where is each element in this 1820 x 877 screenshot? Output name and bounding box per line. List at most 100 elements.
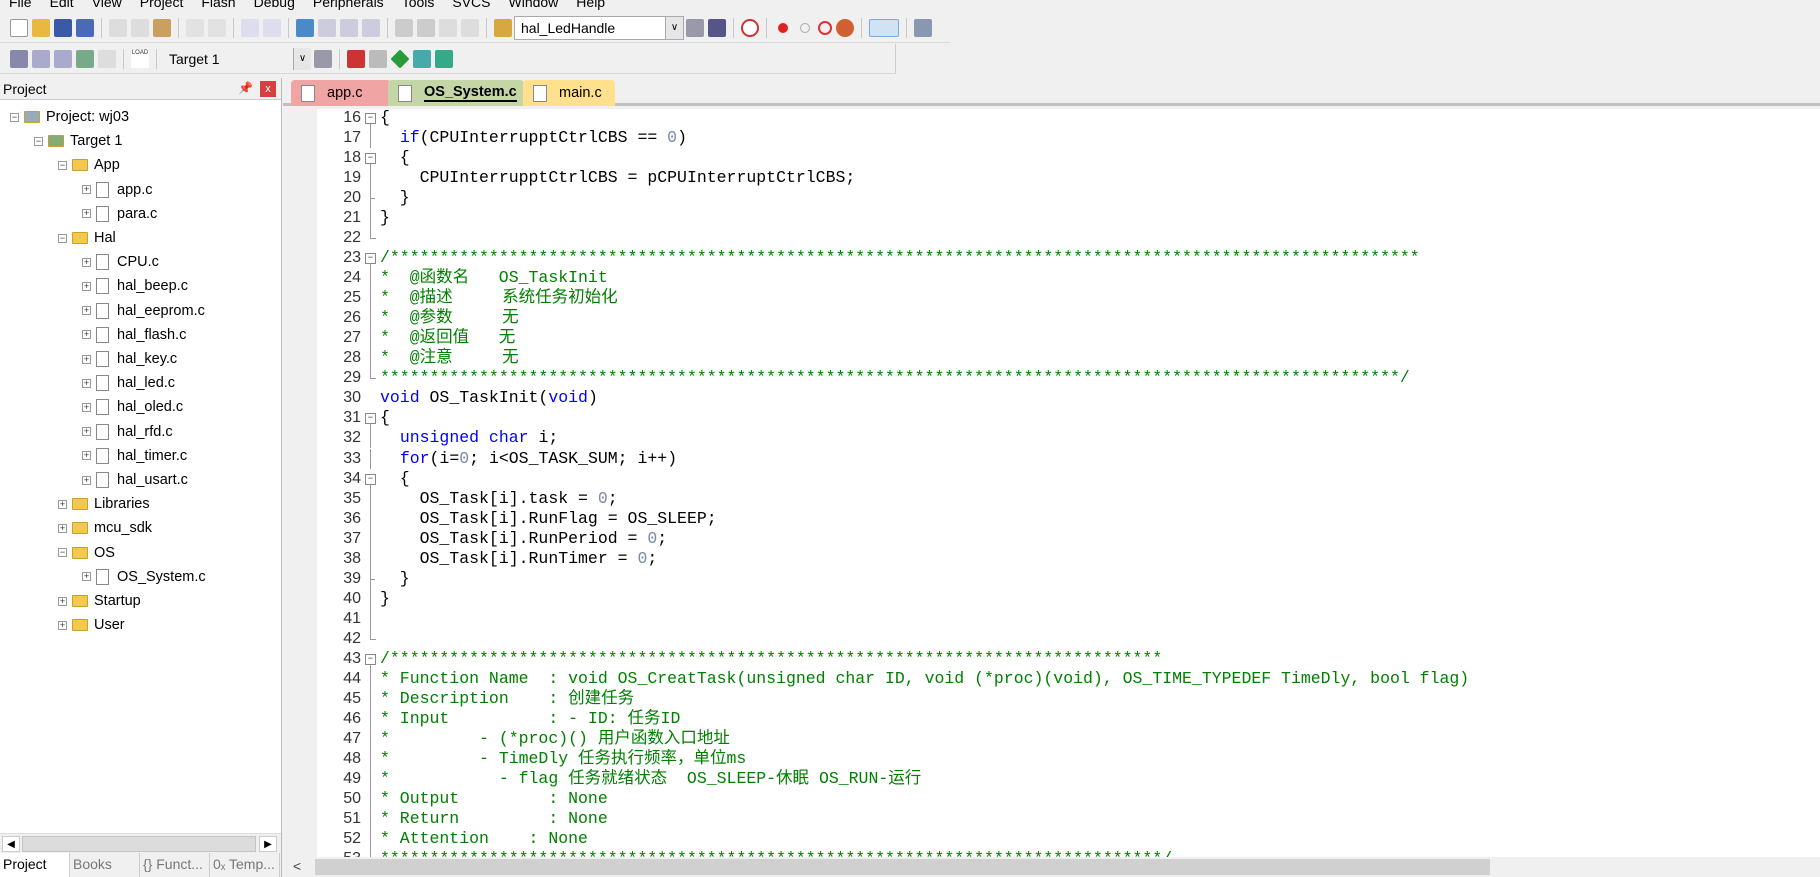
options-for-target-icon[interactable] — [314, 49, 332, 68]
tree-item[interactable]: + Libraries — [58, 493, 150, 515]
expand-icon[interactable]: + — [82, 475, 91, 485]
chevron-down-icon[interactable]: ∨ — [293, 47, 311, 70]
chevron-down-icon[interactable]: ∨ — [665, 16, 683, 39]
project-hscrollbar[interactable]: ◀ ▶ — [0, 833, 281, 853]
disable-all-breakpoints-icon[interactable] — [818, 20, 832, 35]
tree-item[interactable]: + hal_led.c — [82, 372, 175, 394]
expand-icon[interactable]: + — [82, 572, 91, 582]
tree-item[interactable]: + OS_System.c — [82, 566, 206, 588]
stop-build-icon[interactable] — [98, 49, 116, 68]
menu-project[interactable]: Project — [131, 0, 193, 10]
code-editor[interactable]: 16{17 if(CPUInterrupptCtrlCBS == 0)18 {1… — [283, 109, 1820, 857]
expand-icon[interactable]: + — [82, 185, 91, 195]
tree-item[interactable]: − OS — [58, 542, 115, 564]
scroll-thumb[interactable] — [315, 859, 1490, 875]
pin-icon[interactable]: 📌 — [238, 81, 253, 95]
tab-app-c[interactable]: app.c — [291, 80, 391, 106]
find-in-files-icon[interactable] — [494, 18, 512, 37]
tree-item[interactable]: + hal_rfd.c — [82, 421, 173, 443]
tree-item[interactable]: + hal_eeprom.c — [82, 300, 205, 322]
collapse-icon[interactable]: − — [58, 160, 67, 170]
tree-item[interactable]: + CPU.c — [82, 251, 159, 273]
find-icon[interactable] — [686, 18, 704, 37]
fold-collapse-icon[interactable] — [365, 469, 377, 489]
new-file-icon[interactable] — [10, 18, 28, 37]
collapse-icon[interactable]: − — [10, 112, 19, 122]
expand-icon[interactable]: + — [82, 281, 91, 291]
manage-project-icon[interactable] — [347, 49, 365, 68]
indent-icon[interactable] — [395, 18, 413, 37]
menu-svcs[interactable]: SVCS — [443, 0, 499, 10]
tree-item[interactable]: + hal_timer.c — [82, 445, 187, 467]
scroll-right-icon[interactable]: ▶ — [259, 836, 277, 852]
tree-item[interactable]: + hal_flash.c — [82, 324, 186, 346]
tree-item[interactable]: + Startup — [58, 590, 141, 612]
comment-icon[interactable] — [439, 18, 457, 37]
tree-item[interactable]: − Project: wj03 — [10, 106, 129, 128]
tree-item[interactable]: + hal_beep.c — [82, 275, 188, 297]
tree-item[interactable]: + app.c — [82, 179, 152, 201]
tree-item[interactable]: + hal_usart.c — [82, 469, 188, 491]
expand-icon[interactable]: + — [82, 402, 91, 412]
collapse-icon[interactable]: − — [58, 548, 67, 558]
fold-collapse-icon[interactable] — [365, 408, 377, 429]
paste-icon[interactable] — [153, 18, 171, 37]
batch-build-icon[interactable] — [76, 49, 94, 68]
rebuild-icon[interactable] — [54, 49, 72, 68]
cut-icon[interactable] — [109, 18, 127, 37]
unindent-icon[interactable] — [417, 18, 435, 37]
incremental-find-icon[interactable] — [708, 18, 726, 37]
menu-flash[interactable]: Flash — [192, 0, 244, 10]
menu-file[interactable]: File — [0, 0, 41, 10]
tree-item[interactable]: − App — [58, 154, 120, 176]
fold-collapse-icon[interactable] — [365, 148, 377, 169]
collapse-icon[interactable]: − — [34, 136, 43, 146]
clear-bookmarks-icon[interactable] — [362, 18, 380, 37]
menu-window[interactable]: Window — [500, 0, 568, 10]
tree-item[interactable]: + para.c — [82, 203, 157, 225]
save-all-icon[interactable] — [76, 18, 94, 37]
expand-icon[interactable]: + — [82, 306, 91, 316]
menu-view[interactable]: View — [83, 0, 131, 10]
tree-item[interactable]: + hal_key.c — [82, 348, 177, 370]
kill-breakpoints-icon[interactable] — [836, 18, 854, 37]
menu-help[interactable]: Help — [567, 0, 614, 10]
tree-item[interactable]: − Hal — [58, 227, 116, 249]
uncomment-icon[interactable] — [461, 18, 479, 37]
expand-icon[interactable]: + — [82, 378, 91, 388]
expand-icon[interactable]: + — [58, 499, 67, 509]
open-file-icon[interactable] — [32, 18, 50, 37]
tab-main-c[interactable]: main.c — [523, 80, 615, 106]
editor-hscrollbar[interactable]: < — [283, 857, 1820, 877]
close-icon[interactable]: x — [260, 81, 276, 97]
expand-icon[interactable]: + — [82, 330, 91, 340]
multi-project-icon[interactable] — [369, 49, 387, 68]
scroll-thumb[interactable] — [22, 836, 256, 852]
prev-bookmark-icon[interactable] — [318, 18, 336, 37]
pack-installer-icon[interactable] — [435, 49, 453, 68]
breakpoint-icon[interactable] — [778, 22, 788, 33]
fold-collapse-icon[interactable] — [365, 649, 377, 669]
manage-run-time-env-icon[interactable] — [390, 48, 410, 69]
save-icon[interactable] — [54, 18, 72, 37]
expand-icon[interactable]: + — [58, 620, 67, 630]
tree-item[interactable]: + mcu_sdk — [58, 517, 152, 539]
expand-icon[interactable]: + — [82, 257, 91, 267]
menu-debug[interactable]: Debug — [245, 0, 304, 10]
function-combo[interactable]: hal_LedHandle ∨ — [514, 15, 684, 40]
expand-icon[interactable]: + — [82, 209, 91, 219]
expand-icon[interactable]: + — [82, 354, 91, 364]
tab-functions[interactable]: {} Funct... — [140, 853, 210, 877]
wrench-icon[interactable] — [914, 18, 932, 37]
navigate-back-icon[interactable] — [241, 18, 259, 37]
download-icon[interactable]: LOAD — [131, 49, 149, 68]
undo-icon[interactable] — [186, 18, 204, 37]
copy-icon[interactable] — [131, 18, 149, 37]
expand-icon[interactable]: + — [58, 596, 67, 606]
expand-icon[interactable]: + — [82, 451, 91, 461]
tree-item[interactable]: + hal_oled.c — [82, 396, 183, 418]
tab-project[interactable]: Project — [0, 853, 70, 877]
menu-edit[interactable]: Edit — [41, 0, 83, 10]
select-packs-icon[interactable] — [413, 49, 431, 68]
window-layout-icon[interactable] — [869, 18, 899, 37]
